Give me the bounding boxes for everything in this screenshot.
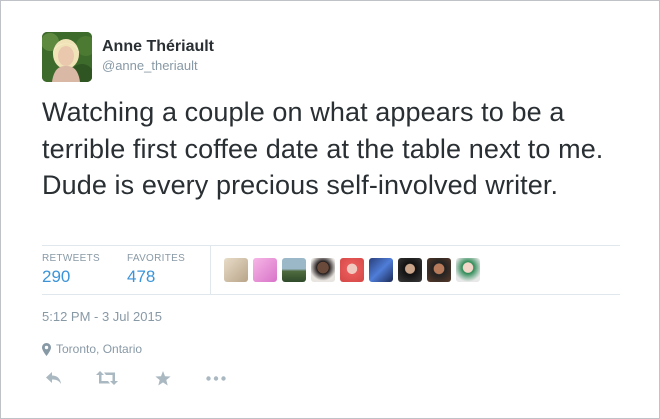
favoriter-avatar[interactable] [398,258,422,282]
favoriter-avatar[interactable] [456,258,480,282]
tweet-location[interactable]: Toronto, Ontario [42,342,142,356]
stats-divider [210,246,211,294]
more-button[interactable] [204,367,228,389]
favorite-icon [155,370,171,385]
retweets-stat[interactable]: RETWEETS 290 [42,252,100,289]
retweets-count: 290 [42,267,71,286]
location-text: Toronto, Ontario [56,342,143,356]
tweet-timestamp[interactable]: 5:12 PM - 3 Jul 2015 [42,309,162,324]
favoriter-avatar[interactable] [311,258,335,282]
reply-icon [45,372,61,384]
favoriter-avatar[interactable] [369,258,393,282]
favorites-stat[interactable]: FAVORITES 478 [127,252,185,289]
favoriter-avatar[interactable] [282,258,306,282]
tweet-stats: RETWEETS 290 FAVORITES 478 [42,245,620,295]
favorite-button[interactable] [152,367,174,389]
favorites-label: FAVORITES [127,253,186,264]
tweet-actions [42,367,228,389]
favorites-count: 478 [127,267,156,286]
retweet-icon [96,371,118,385]
tweet-header: Anne Thériault @anne_theriault [42,32,214,82]
retweets-label: RETWEETS [42,253,100,264]
tweet-text: Watching a couple on what appears to be … [42,97,604,200]
favoriter-avatar[interactable] [340,258,364,282]
author-name[interactable]: Anne Thériault [102,37,214,57]
retweet-button[interactable] [94,367,120,389]
more-icon [206,375,226,381]
favoriter-avatar[interactable] [253,258,277,282]
reply-button[interactable] [42,367,64,389]
author-names: Anne Thériault @anne_theriault [102,37,214,75]
author-avatar[interactable] [42,32,92,82]
favoriter-avatar[interactable] [224,258,248,282]
tweet-card: Anne Thériault @anne_theriault Watching … [0,0,660,419]
author-handle[interactable]: @anne_theriault [102,57,214,75]
favoriter-avatar[interactable] [427,258,451,282]
favoriters-avatars [224,258,485,282]
map-pin-icon [42,342,51,356]
